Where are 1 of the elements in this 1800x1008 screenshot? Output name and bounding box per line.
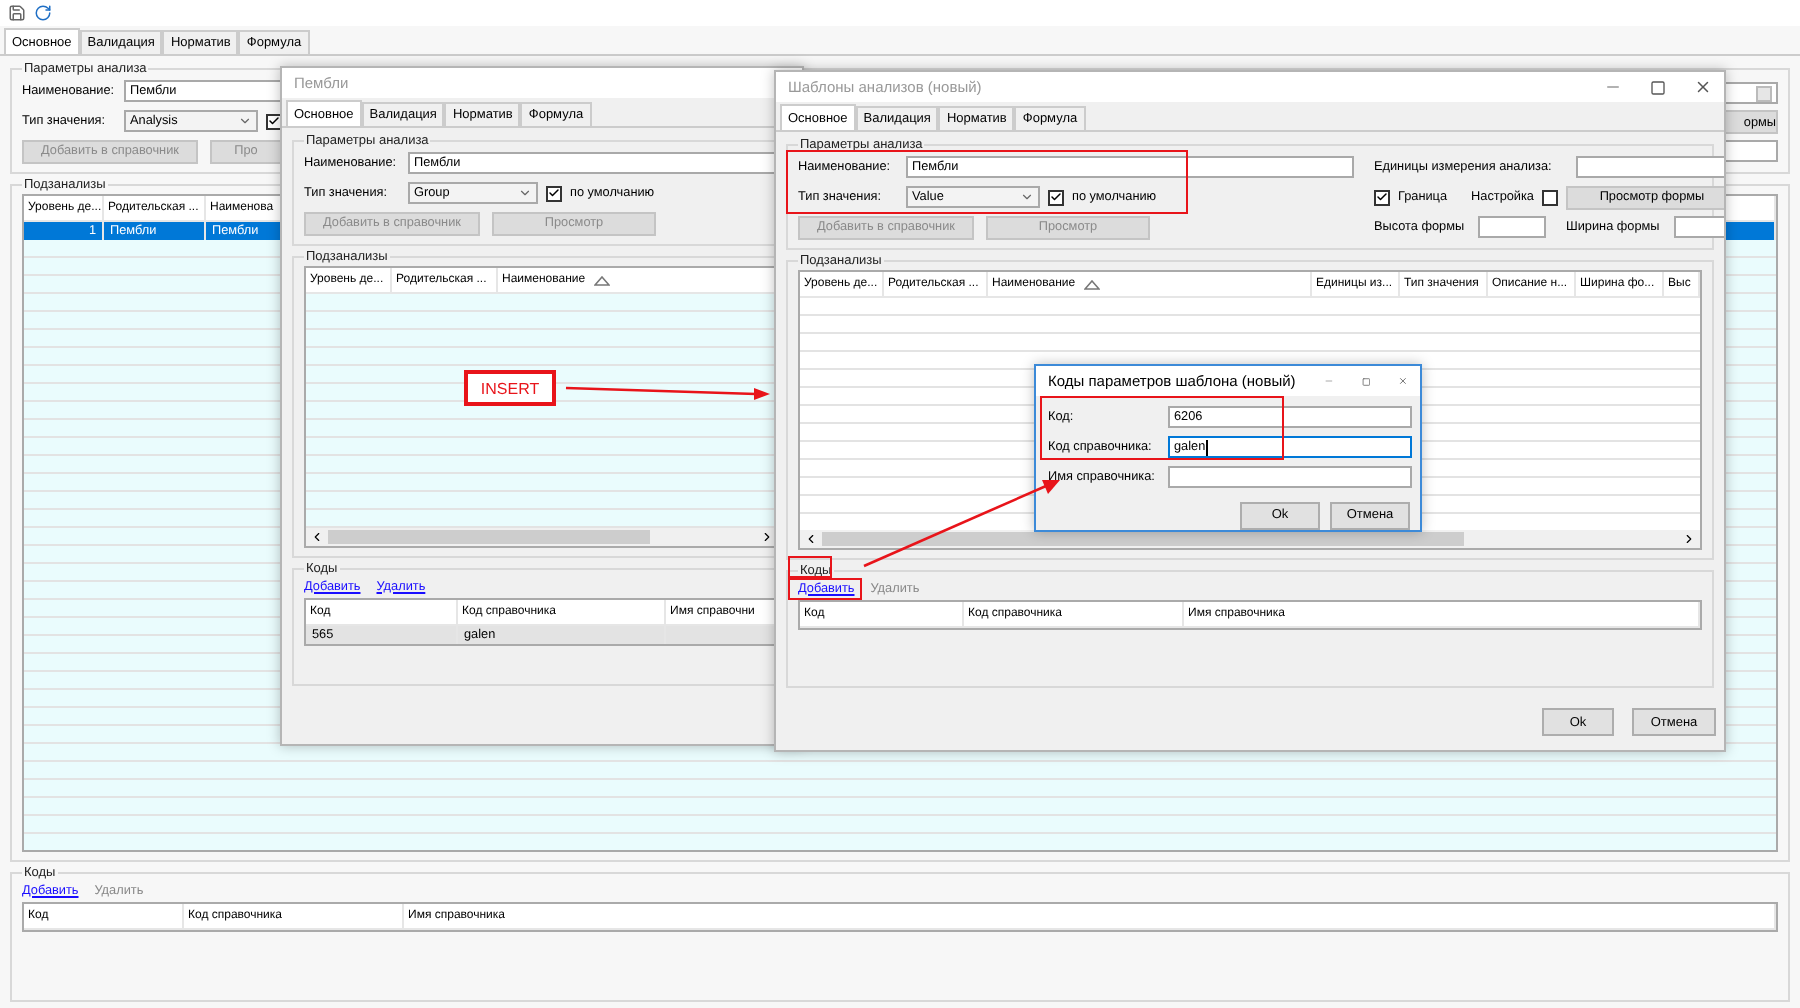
insert-label: INSERT [464,370,556,406]
